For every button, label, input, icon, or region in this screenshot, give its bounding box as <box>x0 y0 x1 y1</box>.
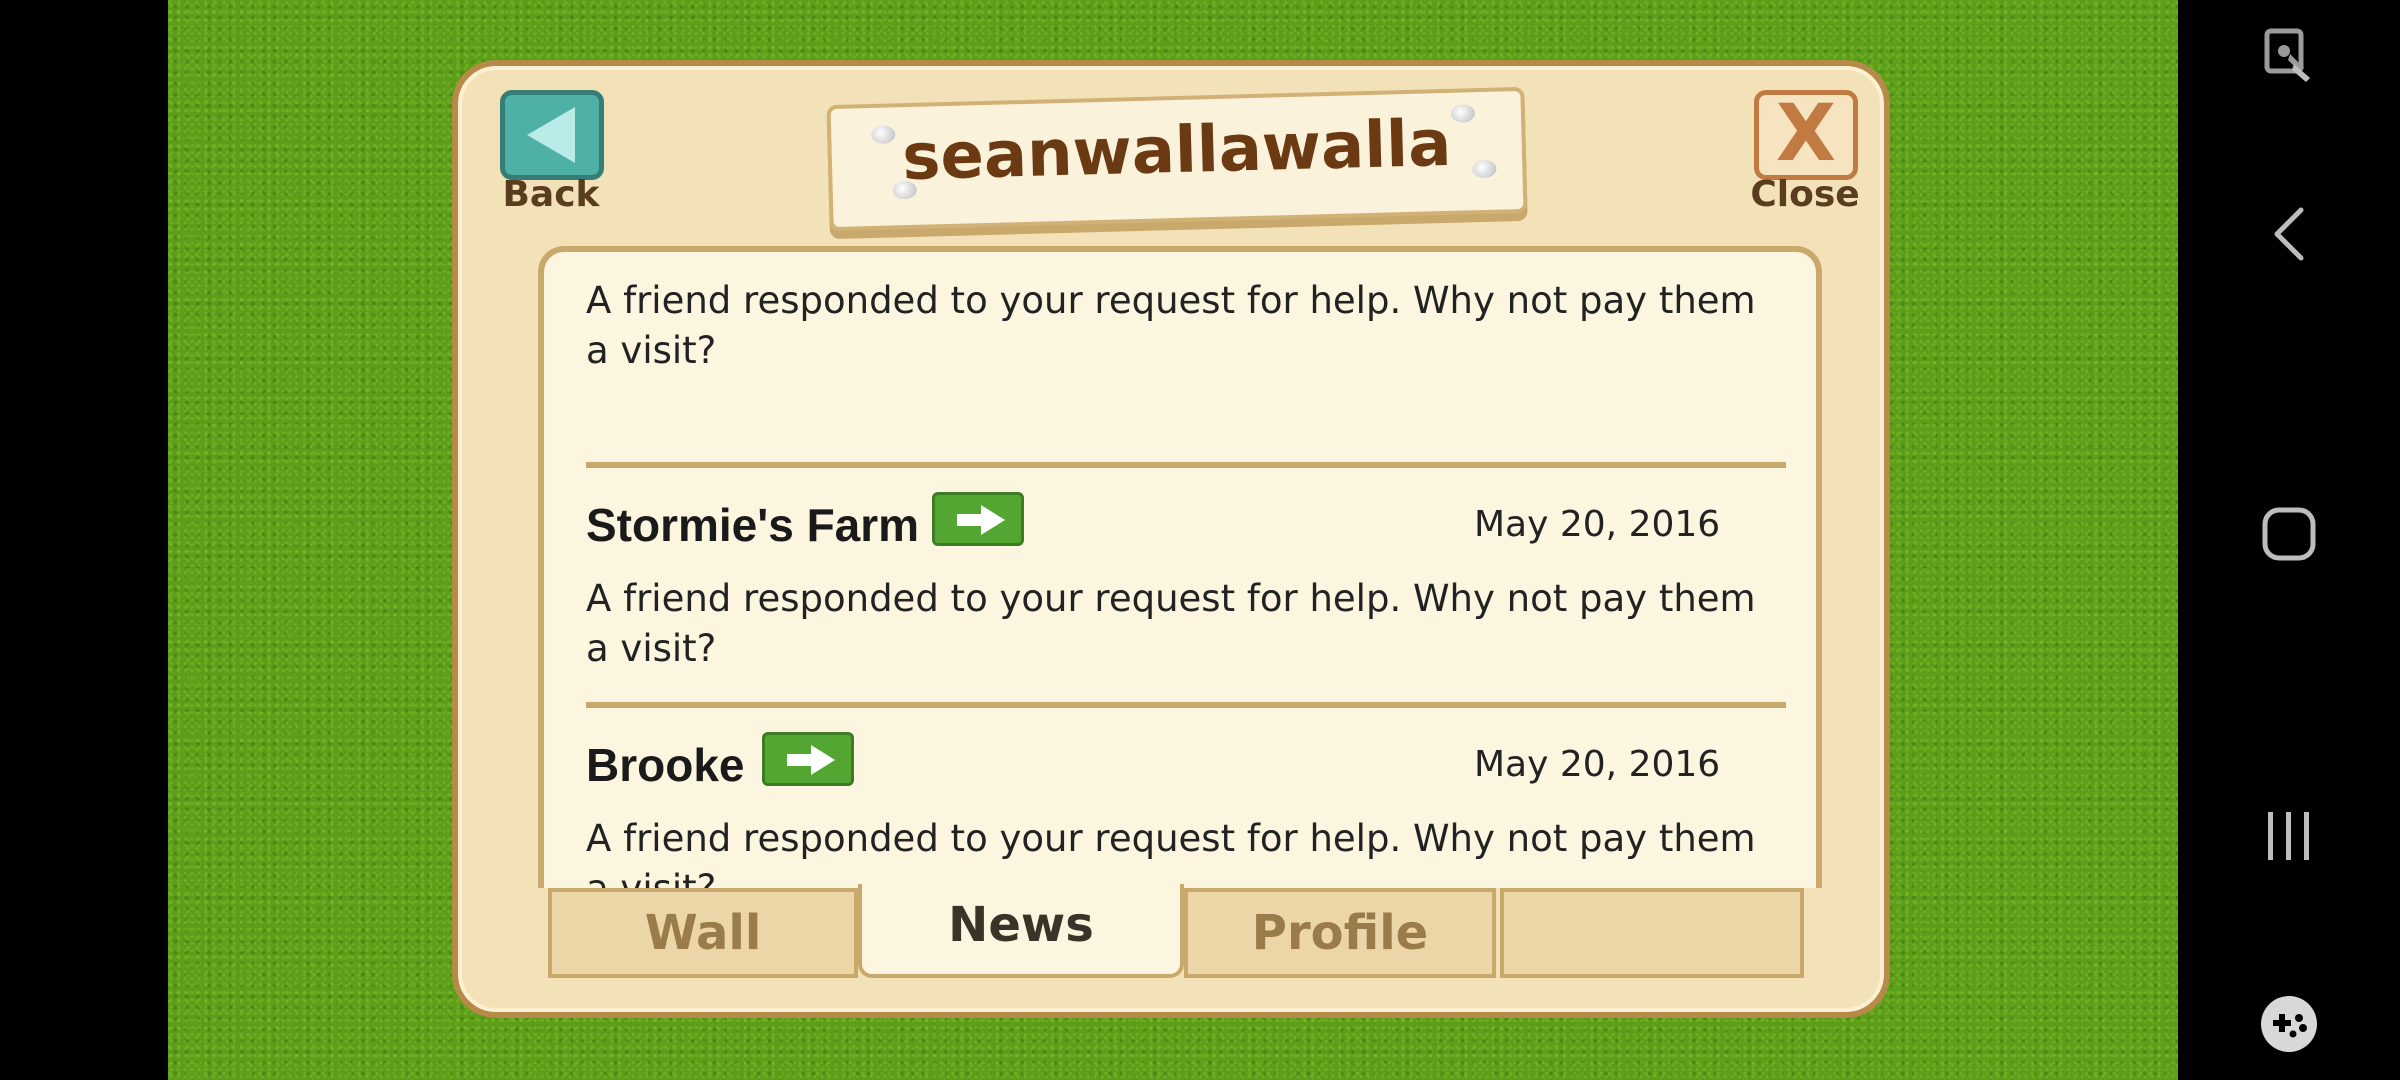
tab-empty[interactable] <box>1500 888 1804 978</box>
page-title: seanwallawalla <box>901 106 1453 196</box>
back-icon <box>500 90 604 180</box>
close-label: Close <box>1750 174 1860 215</box>
item-date: May 20, 2016 <box>1474 504 1721 545</box>
android-nav-bar <box>2178 0 2400 1080</box>
back-label: Back <box>502 174 600 215</box>
home-square-icon <box>2262 507 2316 561</box>
nav-recents-button[interactable] <box>2178 810 2400 862</box>
arrow-right-icon <box>787 745 835 775</box>
list-item: Stormie's Farm May 20, 2016 A friend res… <box>586 492 1786 698</box>
tab-profile[interactable]: Profile <box>1184 888 1496 978</box>
divider <box>586 462 1786 468</box>
visit-farm-button[interactable] <box>932 492 1024 546</box>
chevron-left-icon <box>2274 207 2304 261</box>
friend-dialog: Back seanwallawalla X Close A friend res… <box>452 60 1890 1018</box>
tab-wall[interactable]: Wall <box>548 888 858 978</box>
gamepad-icon <box>2261 996 2317 1052</box>
list-item: Brooke May 20, 2016 A friend responded t… <box>586 732 1786 888</box>
close-x-icon: X <box>1754 90 1858 180</box>
news-feed[interactable]: A friend responded to your request for h… <box>538 246 1822 888</box>
recents-bars-icon <box>2268 812 2309 860</box>
close-button[interactable]: X Close <box>1750 90 1860 222</box>
divider <box>586 702 1786 708</box>
friend-name: Brooke <box>586 739 745 791</box>
visit-farm-button[interactable] <box>762 732 854 786</box>
friend-name: Stormie's Farm <box>586 499 920 551</box>
tab-bar: Wall News Profile <box>538 884 1822 984</box>
list-item: A friend responded to your request for h… <box>586 276 1786 376</box>
arrow-right-icon <box>957 505 1005 535</box>
tab-news[interactable]: News <box>858 884 1184 978</box>
item-message: A friend responded to your request for h… <box>586 279 1756 372</box>
nav-back-button[interactable] <box>2178 206 2400 262</box>
touch-lock-icon <box>2264 28 2310 82</box>
item-date: May 20, 2016 <box>1474 744 1721 785</box>
game-tools-button[interactable] <box>2178 994 2400 1054</box>
nav-home-button[interactable] <box>2178 506 2400 562</box>
item-message: A friend responded to your request for h… <box>586 817 1756 888</box>
touch-lock-button[interactable] <box>2178 28 2400 84</box>
title-sign: seanwallawalla <box>826 86 1528 232</box>
back-button[interactable]: Back <box>496 90 606 222</box>
item-message: A friend responded to your request for h… <box>586 577 1756 670</box>
